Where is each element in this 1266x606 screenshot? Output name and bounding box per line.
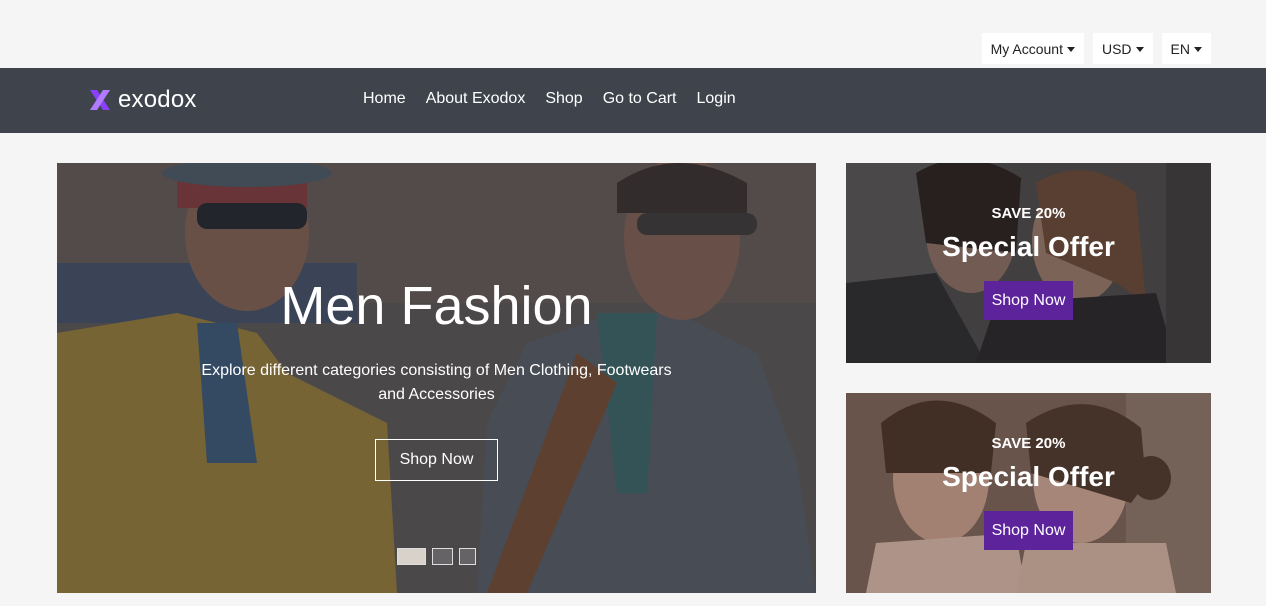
- nav-item-login[interactable]: Login: [697, 90, 736, 108]
- language-dropdown[interactable]: EN: [1161, 33, 1211, 64]
- my-account-dropdown[interactable]: My Account: [981, 33, 1084, 64]
- offer-shop-now-button[interactable]: Shop Now: [984, 511, 1073, 550]
- currency-label: USD: [1101, 40, 1132, 57]
- offer-background-image: [846, 393, 1211, 593]
- offer-save-label: SAVE 20%: [991, 205, 1066, 222]
- offer-save-label: SAVE 20%: [991, 435, 1066, 452]
- currency-dropdown[interactable]: USD: [1092, 33, 1153, 64]
- carousel-indicator-3[interactable]: [459, 548, 476, 565]
- caret-down-icon: [1194, 46, 1202, 52]
- hero-subtitle: Explore different categories consisting …: [201, 362, 672, 403]
- caret-down-icon: [1135, 46, 1144, 52]
- offer-background-image: [846, 163, 1211, 363]
- offer-shop-now-button[interactable]: Shop Now: [984, 281, 1073, 320]
- special-offer-banner-1: SAVE 20% Special Offer Shop Now: [846, 163, 1211, 363]
- nav-item-about[interactable]: About Exodox: [426, 90, 526, 108]
- nav-item-home[interactable]: Home: [363, 90, 406, 108]
- my-account-label: My Account: [990, 40, 1063, 57]
- carousel-indicator-2[interactable]: [432, 548, 453, 565]
- carousel-indicator-1[interactable]: [397, 548, 426, 565]
- caret-down-icon: [1066, 46, 1075, 52]
- offer-title: Special Offer: [942, 461, 1115, 492]
- language-label: EN: [1170, 40, 1190, 57]
- top-utility-bar: My Account USD EN: [981, 33, 1211, 64]
- special-offer-banner-2: SAVE 20% Special Offer Shop Now: [846, 393, 1211, 593]
- nav-menu: Home About Exodox Shop Go to Cart Login: [363, 90, 736, 108]
- nav-item-cart[interactable]: Go to Cart: [603, 90, 677, 108]
- nav-item-shop[interactable]: Shop: [545, 90, 582, 108]
- brand-logo[interactable]: exodox: [88, 86, 197, 114]
- main-navbar: exodox Home About Exodox Shop Go to Cart…: [0, 68, 1266, 133]
- hero-shop-now-button[interactable]: Shop Now: [375, 439, 498, 481]
- hero-carousel: Men Fashion Explore different categories…: [57, 163, 816, 593]
- offer-title: Special Offer: [942, 231, 1115, 262]
- hero-title: Men Fashion: [280, 276, 593, 336]
- carousel-indicators: [397, 548, 476, 565]
- brand-name: exodox: [118, 86, 197, 113]
- exodox-x-icon: [90, 90, 110, 110]
